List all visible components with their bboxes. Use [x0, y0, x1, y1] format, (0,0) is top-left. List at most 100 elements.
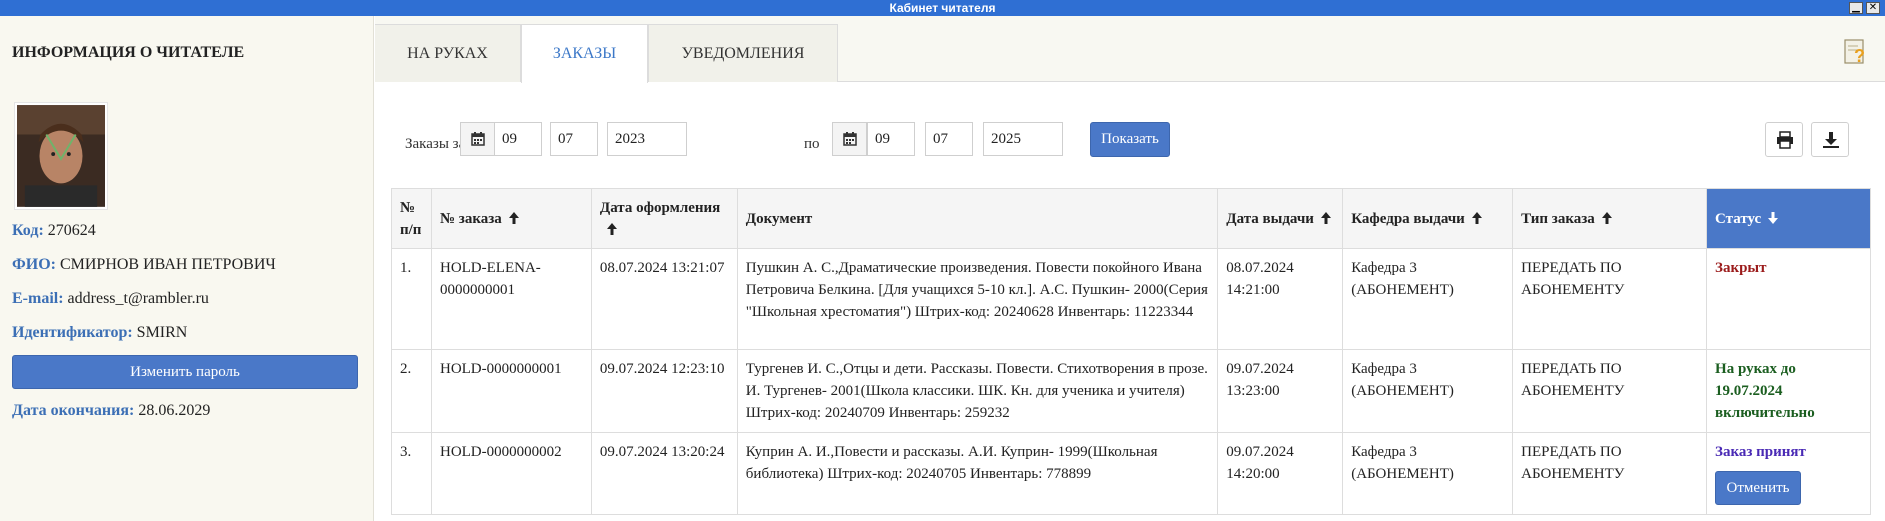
col-header-issued[interactable]: Дата выдачи: [1217, 188, 1344, 249]
tab-orders[interactable]: ЗАКАЗЫ: [521, 24, 648, 83]
table-row: 2. HOLD-0000000001 09.07.2024 12:23:10 Т…: [391, 349, 1871, 433]
cancel-order-button[interactable]: Отменить: [1715, 471, 1802, 505]
cell-type: ПЕРЕДАТЬ ПО АБОНЕМЕНТУ: [1512, 432, 1708, 515]
col-header-type[interactable]: Тип заказа: [1512, 188, 1708, 249]
reader-name-value: СМИРНОВ ИВАН ПЕТРОВИЧ: [59, 256, 276, 273]
tabs-bar: НА РУКАХ ЗАКАЗЫ УВЕДОМЛЕНИЯ ?: [375, 16, 1885, 83]
table-header-row: № п/п № заказа Дата оформления Документ …: [391, 188, 1871, 249]
cell-document: Пушкин А. С.,Драматические произведения.…: [736, 248, 1219, 350]
status-badge: На руках до 19.07.2024 включительно: [1715, 361, 1815, 421]
table-row: 1. HOLD-ELENA-0000000001 08.07.2024 13:2…: [391, 248, 1871, 350]
col-header-document: Документ: [736, 188, 1219, 249]
col-header-issued-label: Дата выдачи: [1226, 210, 1314, 227]
col-header-order[interactable]: № заказа: [430, 188, 592, 249]
reader-name-label: ФИО:: [12, 256, 56, 273]
reader-name: ФИО: СМИРНОВ ИВАН ПЕТРОВИЧ: [12, 256, 276, 274]
reader-end-date-value: 28.06.2029: [138, 402, 211, 419]
col-header-dept-label: Кафедра выдачи: [1351, 210, 1465, 227]
cell-document: Тургенев И. С.,Отцы и дети. Рассказы. По…: [736, 349, 1219, 433]
cell-order: HOLD-ELENA-0000000001: [430, 248, 592, 350]
reader-end-date-label: Дата окончания:: [12, 402, 135, 419]
sort-up-icon: [1320, 211, 1331, 224]
cell-type: ПЕРЕДАТЬ ПО АБОНЕМЕНТУ: [1512, 349, 1708, 433]
reader-end-date: Дата окончания: 28.06.2029: [12, 402, 210, 420]
cell-status: Закрыт: [1706, 248, 1871, 350]
reader-identifier-value: SMIRN: [136, 324, 188, 341]
cell-created: 09.07.2024 13:20:24: [590, 432, 738, 515]
help-icon[interactable]: ?: [1842, 38, 1868, 66]
col-header-created[interactable]: Дата оформления: [590, 188, 738, 249]
reader-code-label: Код:: [12, 222, 44, 239]
status-badge: Закрыт: [1715, 260, 1767, 276]
reader-email: E-mail: address_t@rambler.ru: [12, 290, 209, 308]
window-titlebar: Кабинет читателя ▁ ✕: [0, 0, 1885, 16]
cell-dept: Кафедра 3 (АБОНЕМЕНТ): [1342, 349, 1514, 433]
to-month-input[interactable]: 07: [925, 122, 973, 156]
reader-info-heading: ИНФОРМАЦИЯ О ЧИТАТЕЛЕ: [12, 44, 245, 61]
cell-order: HOLD-0000000002: [430, 432, 592, 515]
date-filter: Заказы за период с 09 07 2023 по 09 07 2…: [375, 82, 1885, 187]
cell-created: 08.07.2024 13:21:07: [590, 248, 738, 350]
col-header-order-label: № заказа: [439, 210, 502, 227]
col-header-created-label: Дата оформления: [599, 199, 721, 216]
to-day-input[interactable]: 09: [867, 122, 915, 156]
download-button[interactable]: [1811, 122, 1849, 157]
tab-on-hands[interactable]: НА РУКАХ: [375, 24, 521, 82]
cell-order: HOLD-0000000001: [430, 349, 592, 433]
reader-info-panel: ИНФОРМАЦИЯ О ЧИТАТЕЛЕ Код: 270624 ФИО: С…: [0, 16, 374, 521]
calendar-icon: [843, 132, 857, 146]
reader-email-value: address_t@rambler.ru: [67, 290, 209, 307]
cell-status: Заказ принят Отменить: [1706, 432, 1871, 515]
from-month-input[interactable]: 07: [550, 122, 598, 156]
reader-code: Код: 270624: [12, 222, 96, 240]
sort-up-icon: [1471, 211, 1482, 224]
avatar: [14, 102, 108, 210]
to-year-input[interactable]: 2025: [983, 122, 1063, 156]
from-year-input[interactable]: 2023: [607, 122, 687, 156]
table-row: 3. HOLD-0000000002 09.07.2024 13:20:24 К…: [391, 432, 1871, 515]
calendar-from-button[interactable]: [460, 122, 495, 156]
sort-up-icon: [606, 222, 617, 235]
cell-dept: Кафедра 3 (АБОНЕМЕНТ): [1342, 432, 1514, 515]
col-header-status-label: Статус: [1715, 210, 1762, 227]
main-content: НА РУКАХ ЗАКАЗЫ УВЕДОМЛЕНИЯ ? Заказы за …: [375, 16, 1885, 521]
close-button[interactable]: ✕: [1866, 2, 1880, 14]
sort-down-icon: [1768, 211, 1779, 224]
cell-num: 2.: [391, 349, 432, 433]
col-header-type-label: Тип заказа: [1521, 210, 1595, 227]
cell-type: ПЕРЕДАТЬ ПО АБОНЕМЕНТУ: [1512, 248, 1708, 350]
svg-text:?: ?: [1854, 46, 1865, 66]
calendar-icon: [471, 132, 485, 146]
tab-notifications[interactable]: УВЕДОМЛЕНИЯ: [648, 24, 838, 82]
cell-created: 09.07.2024 12:23:10: [590, 349, 738, 433]
reader-identifier: Идентификатор: SMIRN: [12, 324, 187, 342]
col-header-dept[interactable]: Кафедра выдачи: [1342, 188, 1514, 249]
cell-issued: 08.07.2024 14:21:00: [1217, 248, 1344, 350]
cell-issued: 09.07.2024 13:23:00: [1217, 349, 1344, 433]
status-badge: Заказ принят: [1715, 444, 1806, 460]
to-label: по: [804, 136, 820, 152]
cell-num: 1.: [391, 248, 432, 350]
orders-table: № п/п № заказа Дата оформления Документ …: [391, 188, 1871, 515]
cell-status: На руках до 19.07.2024 включительно: [1706, 349, 1871, 433]
change-password-button[interactable]: Изменить пароль: [12, 355, 358, 389]
cell-document: Куприн А. И.,Повести и рассказы. А.И. Ку…: [736, 432, 1219, 515]
col-header-status[interactable]: Статус: [1706, 188, 1871, 249]
cell-num: 3.: [391, 432, 432, 515]
print-button[interactable]: [1765, 122, 1803, 157]
show-button[interactable]: Показать: [1090, 122, 1170, 157]
reader-code-value: 270624: [47, 222, 96, 239]
avatar-photo: [17, 105, 105, 207]
minimize-button[interactable]: ▁: [1849, 2, 1863, 14]
print-icon: [1777, 131, 1793, 149]
sort-up-icon: [508, 211, 519, 224]
col-header-num: № п/п: [391, 188, 432, 249]
cell-issued: 09.07.2024 14:20:00: [1217, 432, 1344, 515]
calendar-to-button[interactable]: [832, 122, 867, 156]
window-title: Кабинет читателя: [889, 1, 996, 15]
reader-identifier-label: Идентификатор:: [12, 324, 133, 341]
sort-up-icon: [1601, 211, 1612, 224]
reader-email-label: E-mail:: [12, 290, 64, 307]
from-day-input[interactable]: 09: [494, 122, 542, 156]
download-icon: [1823, 132, 1839, 148]
